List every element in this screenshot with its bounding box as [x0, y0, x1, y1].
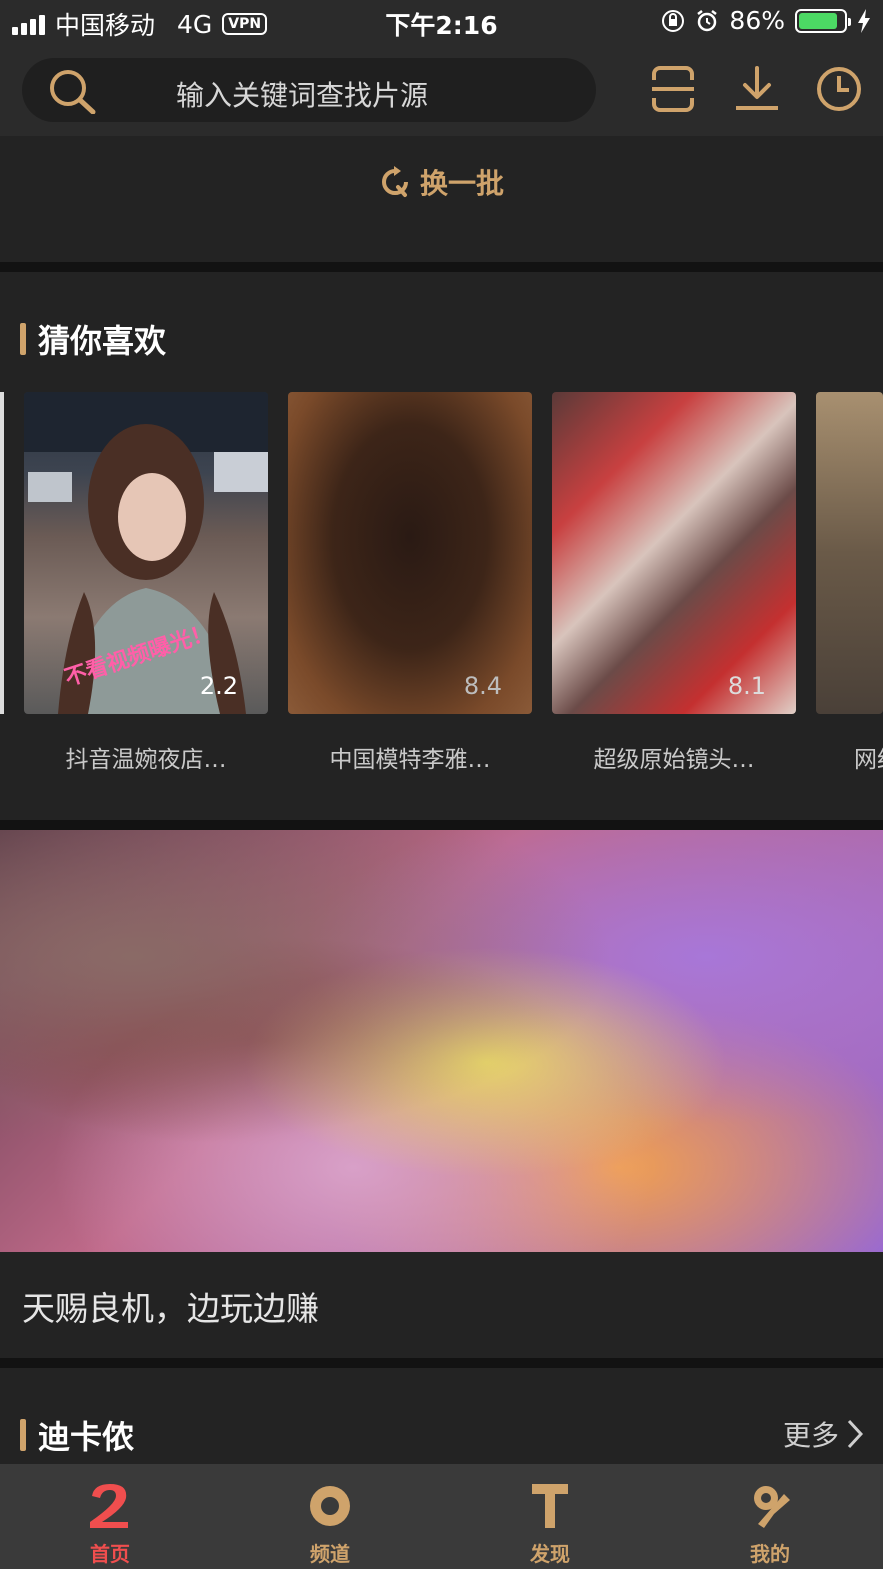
scan-icon[interactable]	[648, 64, 698, 114]
tab-home[interactable]: 首页	[0, 1464, 220, 1569]
history-icon[interactable]	[814, 64, 864, 114]
video-thumbnail: 8.1	[552, 392, 796, 714]
promo-banner[interactable]: 天赐良机，边玩边赚	[0, 830, 883, 1358]
status-right: 86%	[661, 6, 871, 35]
charging-icon	[858, 8, 870, 33]
dika-title-text: 迪卡侬	[38, 1418, 135, 1456]
battery-icon	[795, 8, 851, 33]
video-title: 网红…	[854, 747, 883, 773]
home-icon	[90, 1484, 128, 1528]
section-divider	[0, 1358, 883, 1368]
video-title: 超级原始镜头…	[593, 747, 755, 773]
video-score: 8.1	[727, 672, 766, 700]
search-icon	[50, 70, 96, 114]
search-input[interactable]: 输入关键词查找片源	[22, 58, 596, 122]
video-card[interactable]: 8.4 中国模特李雅…	[288, 392, 532, 774]
guess-title-text: 猜你喜欢	[38, 322, 167, 360]
guess-section: 猜你喜欢 不看视频曝光！ 2.2 抖音温婉夜店… 8.4 中国模特李雅… 8.1…	[0, 272, 883, 820]
title-accent-bar	[20, 323, 26, 355]
tab-label: 频道	[310, 1542, 350, 1566]
rotation-lock-icon	[662, 9, 685, 32]
refresh-label: 换一批	[420, 167, 505, 200]
video-card[interactable]: 网红…	[816, 392, 883, 774]
more-button[interactable]: 更多	[783, 1414, 863, 1454]
video-score: 2.2	[199, 672, 238, 700]
video-thumbnail: 8.4	[288, 392, 532, 714]
chevron-right-icon	[847, 1419, 863, 1449]
dika-section-title: 迪卡侬	[20, 1412, 134, 1458]
search-placeholder: 输入关键词查找片源	[176, 79, 429, 112]
video-card[interactable]: 不看视频曝光！ 2.2 抖音温婉夜店…	[24, 392, 268, 774]
download-icon[interactable]	[732, 64, 782, 114]
discover-icon	[532, 1484, 568, 1528]
status-bar: 中国移动 4G VPN 下午2:16 86%	[0, 0, 883, 44]
video-thumbnail	[816, 392, 883, 714]
more-label: 更多	[782, 1419, 839, 1452]
section-divider	[0, 262, 883, 272]
tab-discover[interactable]: 发现	[440, 1464, 660, 1569]
guess-section-title: 猜你喜欢	[20, 316, 166, 362]
video-thumbnail: 不看视频曝光！ 2.2	[24, 392, 268, 714]
tab-bar: 首页 频道 发现 我的	[0, 1464, 883, 1569]
refresh-icon	[382, 166, 408, 197]
search-header: 输入关键词查找片源	[0, 44, 883, 136]
refresh-row: 换一批	[0, 136, 883, 262]
video-card[interactable]: 8.1 超级原始镜头…	[552, 392, 796, 774]
partial-card-edge	[0, 392, 4, 714]
section-divider	[0, 820, 883, 830]
promo-caption: 天赐良机，边玩边赚	[22, 1289, 319, 1328]
tab-channel[interactable]: 频道	[220, 1464, 440, 1569]
title-accent-bar	[20, 1419, 26, 1451]
profile-icon	[754, 1486, 790, 1528]
alarm-icon	[697, 9, 718, 31]
promo-image	[0, 830, 883, 1252]
video-score: 8.4	[463, 672, 502, 700]
dika-section: 迪卡侬 更多	[0, 1368, 883, 1464]
tab-label: 发现	[530, 1542, 570, 1566]
channel-icon	[310, 1486, 350, 1526]
video-title: 中国模特李雅…	[329, 747, 491, 773]
refresh-button[interactable]: 换一批	[378, 162, 504, 202]
tab-profile[interactable]: 我的	[660, 1464, 880, 1569]
video-title: 抖音温婉夜店…	[65, 747, 227, 773]
tab-label: 我的	[750, 1542, 790, 1566]
tab-label: 首页	[90, 1542, 130, 1566]
battery-percent: 86%	[729, 6, 785, 35]
